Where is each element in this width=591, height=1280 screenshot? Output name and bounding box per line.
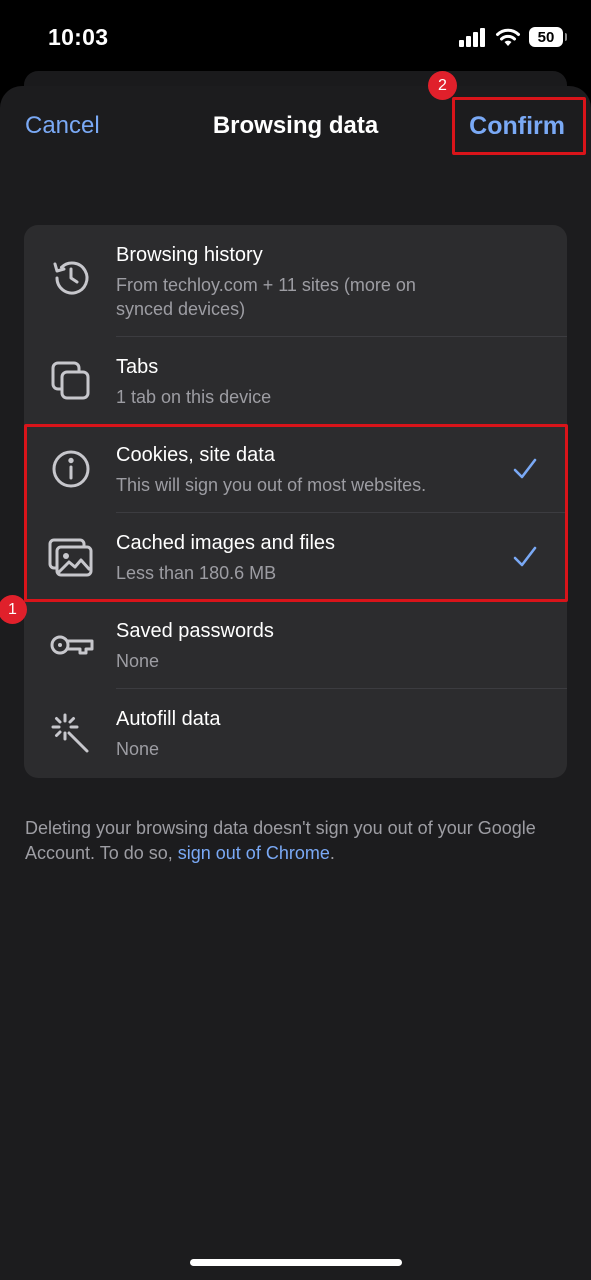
battery-icon: 50	[529, 27, 567, 47]
wifi-icon	[496, 28, 520, 46]
status-icons: 50	[459, 26, 567, 48]
step-marker-1: 1	[0, 595, 27, 624]
item-subtitle: None	[116, 651, 160, 671]
status-bar: 10:03 50	[0, 0, 591, 72]
battery-level: 50	[537, 28, 555, 46]
item-subtitle: 1 tab on this device	[116, 387, 272, 407]
cellular-signal-icon	[459, 28, 485, 47]
home-indicator[interactable]	[190, 1259, 402, 1266]
step-marker-2: 2	[428, 71, 457, 100]
sign-out-chrome-link[interactable]: sign out of Chrome	[178, 843, 330, 863]
note-text-end: .	[329, 843, 335, 863]
cookies-cache-highlight-box	[24, 424, 568, 602]
item-subtitle: None	[116, 739, 160, 759]
key-icon	[48, 622, 94, 668]
list-item-browsing-history[interactable]: Browsing history From techloy.com + 11 s…	[24, 225, 567, 337]
sign-out-note: Deleting your browsing data doesn't sign…	[25, 816, 545, 866]
magic-wand-icon	[48, 710, 94, 756]
history-icon	[48, 255, 94, 301]
item-title: Autofill data	[116, 708, 221, 730]
item-title: Saved passwords	[116, 620, 274, 642]
list-item-tabs[interactable]: Tabs 1 tab on this device	[24, 337, 567, 425]
item-title: Browsing history	[116, 244, 263, 266]
browsing-data-sheet: Cancel Browsing data Confirm 2 Browsing …	[0, 71, 591, 1280]
confirm-highlight-box	[452, 97, 586, 155]
list-item-saved-passwords[interactable]: Saved passwords None	[24, 601, 567, 689]
list-item-autofill-data[interactable]: Autofill data None	[24, 689, 567, 778]
item-subtitle: From techloy.com + 11 sites (more on syn…	[116, 275, 416, 319]
tabs-icon	[48, 358, 94, 404]
status-time: 10:03	[48, 24, 109, 50]
item-title: Tabs	[116, 356, 159, 378]
